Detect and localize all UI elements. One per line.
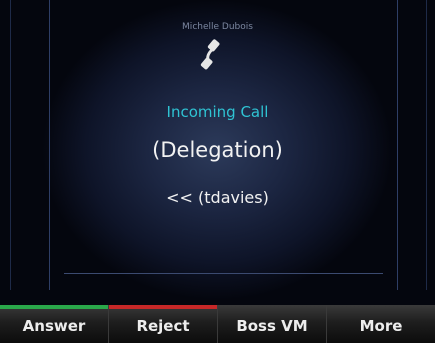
reject-label: Reject xyxy=(136,317,190,335)
answer-accent-bar xyxy=(0,305,108,309)
caller-name: Michelle Dubois xyxy=(182,22,253,32)
boss-vm-button[interactable]: Boss VM xyxy=(218,305,327,343)
call-type: (Delegation) xyxy=(152,138,283,162)
answer-label: Answer xyxy=(22,317,86,335)
phone-screen: Michelle Dubois Incoming Call (Delegatio… xyxy=(0,0,435,343)
reject-button[interactable]: Reject xyxy=(109,305,218,343)
more-button[interactable]: More xyxy=(327,305,435,343)
softkey-bar: Answer Reject Boss VM More xyxy=(0,305,435,343)
phone-handset-icon xyxy=(200,39,220,70)
reject-accent-bar xyxy=(109,305,217,309)
boss-vm-label: Boss VM xyxy=(236,317,308,335)
divider xyxy=(64,273,383,274)
call-status: Incoming Call xyxy=(166,103,269,121)
forwarded-from: << (tdavies) xyxy=(166,188,269,207)
call-display: Michelle Dubois Incoming Call (Delegatio… xyxy=(0,0,435,305)
answer-button[interactable]: Answer xyxy=(0,305,109,343)
more-label: More xyxy=(359,317,403,335)
